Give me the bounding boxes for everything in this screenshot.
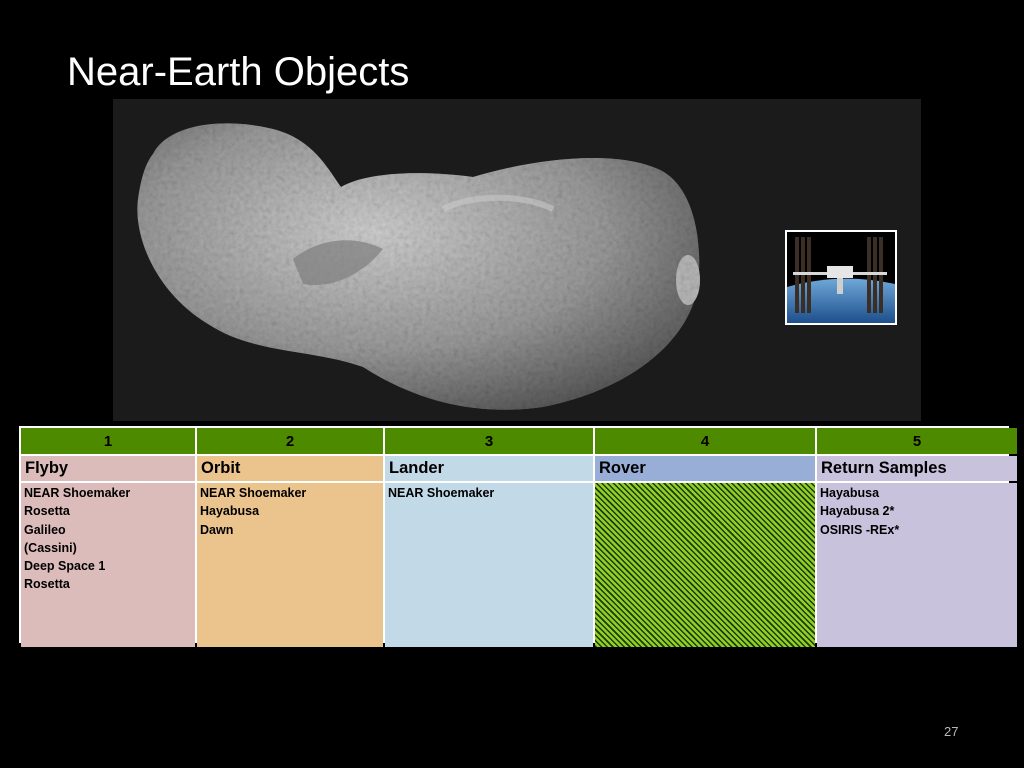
category-lander: Lander (385, 456, 593, 481)
flyby-mission-list: NEAR Shoemaker Rosetta Galileo (Cassini)… (21, 483, 195, 647)
iss-photo (785, 230, 897, 325)
column-number-1: 1 (21, 428, 195, 454)
column-number-3: 3 (385, 428, 593, 454)
list-item: Galileo (24, 522, 66, 537)
list-item: NEAR Shoemaker (200, 486, 307, 500)
column-number-2: 2 (197, 428, 383, 454)
list-item: (Cassini) (24, 540, 77, 555)
column-number-5: 5 (817, 428, 1017, 454)
lander-mission-list: NEAR Shoemaker (385, 483, 593, 647)
slide-title: Near-Earth Objects (67, 50, 410, 94)
category-orbit: Orbit (197, 456, 383, 481)
list-item: Rosetta (24, 504, 70, 519)
space-station-image (787, 232, 895, 323)
list-item: NEAR Shoemaker (388, 486, 495, 500)
list-item: NEAR Shoemaker (24, 486, 131, 500)
list-item: Rosetta (24, 577, 70, 592)
list-item: Hayabusa 2* (820, 504, 895, 519)
list-item: Hayabusa (820, 486, 880, 500)
list-item: Deep Space 1 (24, 559, 106, 574)
list-item: Hayabusa (200, 504, 260, 519)
orbit-mission-list: NEAR Shoemaker Hayabusa Dawn (197, 483, 383, 647)
list-item: OSIRIS -REx* (820, 522, 900, 537)
category-rover: Rover (595, 456, 815, 481)
column-number-4: 4 (595, 428, 815, 454)
category-flyby: Flyby (21, 456, 195, 481)
category-return-samples: Return Samples (817, 456, 1017, 481)
rover-mission-list-hatched (595, 483, 815, 647)
list-item: Dawn (200, 522, 234, 537)
mission-table: 1 2 3 4 5 Flyby Orbit Lander Rover Retur… (19, 426, 1017, 647)
page-number: 27 (944, 724, 959, 739)
return-samples-mission-list: Hayabusa Hayabusa 2* OSIRIS -REx* (817, 483, 1017, 647)
